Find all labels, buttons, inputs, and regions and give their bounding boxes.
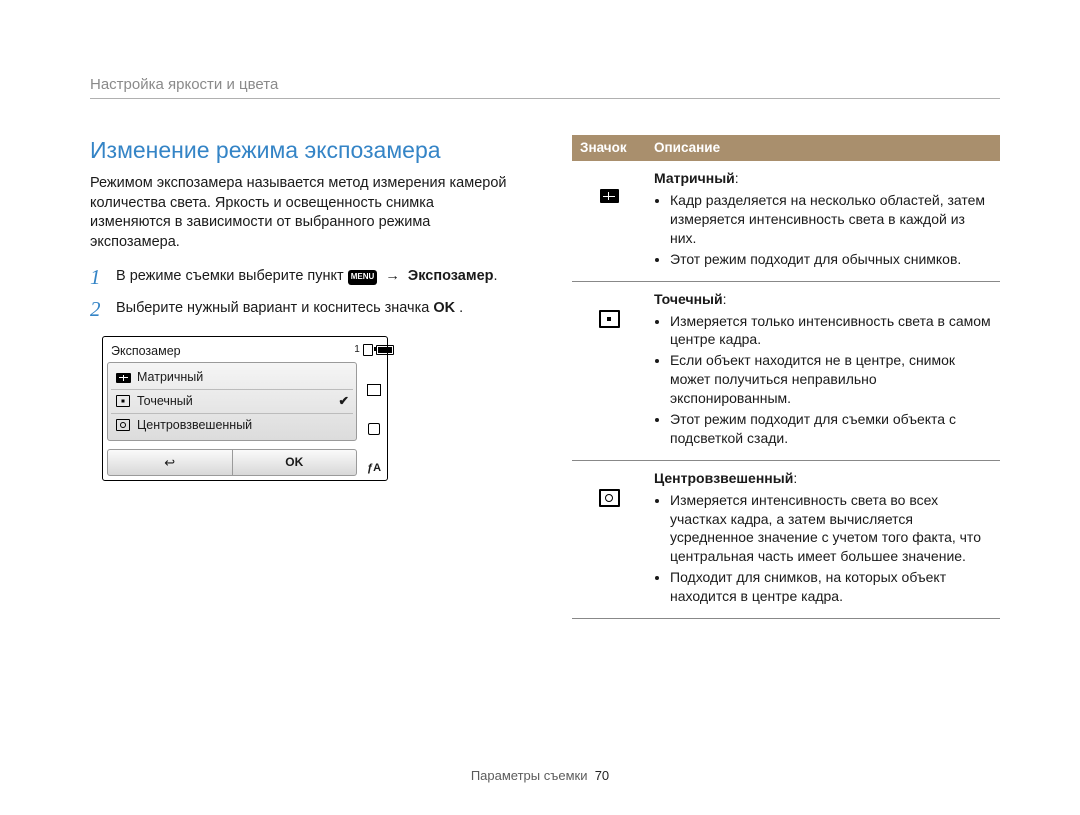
metering-table: Значок Описание Матричный: Кадр разделяе… — [572, 135, 1000, 619]
step-number: 2 — [90, 298, 106, 320]
header-rule — [90, 98, 1000, 99]
table-row-spot: Точечный: Измеряется только интенсивност… — [572, 281, 1000, 460]
footer-label: Параметры съемки — [471, 768, 588, 783]
spot-bullet-2: Если объект находится не в центре, снимо… — [670, 351, 992, 408]
page-footer: Параметры съемки 70 — [0, 767, 1080, 785]
center-name: Центровзвешенный — [654, 470, 793, 486]
right-column: Значок Описание Матричный: Кадр разделяе… — [572, 135, 1000, 619]
lcd-option-multi[interactable]: Матричный — [111, 366, 353, 389]
camera-lcd-mock: Экспозамер Матричный Точечный ✔ — [102, 336, 388, 481]
spot-bullet-1: Измеряется только интенсивность света в … — [670, 312, 992, 350]
section-title: Изменение режима экспозамера — [90, 135, 518, 166]
center-icon — [115, 419, 131, 431]
back-arrow-icon: ↩ — [164, 455, 175, 470]
lcd-option-center[interactable]: Центровзвешенный — [111, 413, 353, 437]
step-2-post: . — [455, 300, 463, 316]
center-icon — [599, 489, 620, 507]
table-header-icon: Значок — [572, 135, 646, 161]
lcd-menu-pane: Экспозамер Матричный Точечный ✔ — [105, 339, 357, 478]
step-1: 1 В режиме съемки выберите пункт MENU → … — [90, 266, 518, 288]
page: Настройка яркости и цвета Изменение режи… — [0, 0, 1080, 815]
multi-name: Матричный — [654, 170, 735, 186]
page-number: 70 — [595, 768, 609, 783]
lcd-option-spot-label: Точечный — [137, 393, 193, 410]
spot-icon — [115, 395, 131, 407]
flash-icon: ƒA — [367, 461, 381, 476]
lcd-side-icons: 1 ƒA — [363, 339, 385, 478]
step-2-text-pre: Выберите нужный вариант и коснитесь знач… — [116, 300, 433, 316]
step-2-body: Выберите нужный вариант и коснитесь знач… — [116, 298, 463, 320]
arrow-icon: → — [381, 268, 404, 284]
step-1-post: . — [494, 268, 498, 284]
table-header-desc: Описание — [646, 135, 1000, 161]
lcd-count: 1 — [354, 343, 360, 357]
battery-icon — [376, 345, 394, 355]
multi-bullet-1: Кадр разделяется на несколько областей, … — [670, 191, 992, 248]
ok-icon: OK — [433, 300, 455, 316]
lcd-option-multi-label: Матричный — [137, 369, 203, 386]
center-bullet-1: Измеряется интенсивность света во всех у… — [670, 491, 992, 567]
lcd-inner: Экспозамер Матричный Точечный ✔ — [105, 339, 385, 478]
intro-paragraph: Режимом экспозамера называется метод изм… — [90, 174, 518, 252]
multi-icon — [600, 189, 619, 203]
spot-icon — [599, 310, 620, 328]
multi-bullet-2: Этот режим подходит для обычных снимков. — [670, 250, 992, 269]
multi-icon — [115, 372, 131, 384]
lcd-top-row: 1 — [354, 343, 394, 357]
step-1-body: В режиме съемки выберите пункт MENU → Эк… — [116, 266, 498, 288]
menu-icon: MENU — [348, 270, 378, 285]
lcd-option-spot[interactable]: Точечный ✔ — [111, 389, 353, 413]
lcd-bottom-bar: ↩ OK — [107, 449, 357, 477]
aspect-icon — [367, 384, 381, 396]
step-1-text-pre: В режиме съемки выберите пункт — [116, 268, 348, 284]
sd-card-icon — [363, 344, 373, 356]
lcd-title: Экспозамер — [111, 343, 357, 360]
checkmark-icon: ✔ — [339, 393, 349, 410]
table-row-multi: Матричный: Кадр разделяется на несколько… — [572, 161, 1000, 281]
steps-list: 1 В режиме съемки выберите пункт MENU → … — [90, 266, 518, 320]
breadcrumb: Настройка яркости и цвета — [90, 75, 278, 95]
lcd-option-center-label: Центровзвешенный — [137, 417, 252, 434]
spot-bullet-3: Этот режим подходит для съемки объекта с… — [670, 410, 992, 448]
spot-name: Точечный — [654, 291, 723, 307]
ok-button[interactable]: OK — [232, 450, 357, 476]
back-button[interactable]: ↩ — [108, 450, 232, 476]
step-number: 1 — [90, 266, 106, 288]
lcd-option-group: Матричный Точечный ✔ Центровзвешенный — [107, 362, 357, 441]
table-row-center: Центровзвешенный: Измеряется интенсивнос… — [572, 460, 1000, 618]
center-bullet-2: Подходит для снимков, на которых объект … — [670, 568, 992, 606]
mode-icon — [368, 423, 380, 435]
content-columns: Изменение режима экспозамера Режимом экс… — [90, 135, 1000, 619]
step-1-target: Экспозамер — [408, 268, 494, 284]
step-2: 2 Выберите нужный вариант и коснитесь зн… — [90, 298, 518, 320]
left-column: Изменение режима экспозамера Режимом экс… — [90, 135, 518, 619]
ok-button-label: OK — [285, 455, 303, 469]
